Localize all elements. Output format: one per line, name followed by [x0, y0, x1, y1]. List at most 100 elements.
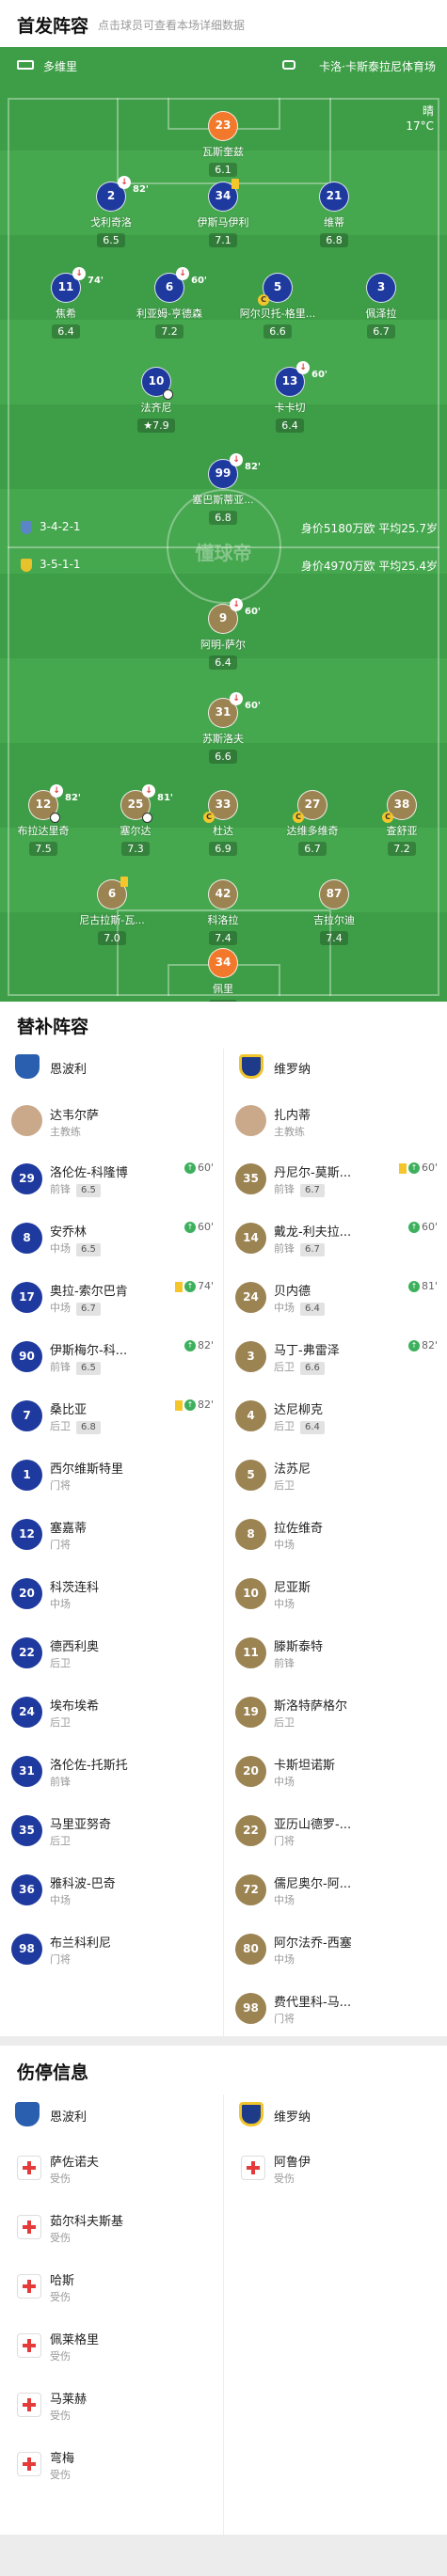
player-name: 马丁-弗雷泽: [274, 1344, 340, 1358]
sub-player-row[interactable]: 35 马里亚努奇 后卫: [0, 1802, 223, 1861]
player-away[interactable]: 42 科洛拉 7.4: [167, 879, 279, 945]
player-home[interactable]: 6 ↓ 60' 利亚姆-亨德森 7.2: [113, 267, 226, 339]
player-rating: 6.6: [209, 750, 237, 764]
player-position: 中场 6.7: [50, 1300, 101, 1316]
player-rating: 7.3: [121, 842, 150, 856]
injury-row[interactable]: 茹尔科夫斯基 受伤: [0, 2199, 223, 2258]
sub-player-row[interactable]: 36 雅科波-巴奇 中场: [0, 1861, 223, 1920]
sub-player-row[interactable]: 31 洛伦佐-托斯托 前锋: [0, 1743, 223, 1802]
player-name: 科洛拉: [207, 914, 239, 926]
injury-row[interactable]: 萨佐诺夫 受伤: [0, 2140, 223, 2199]
sub-player-row[interactable]: 12 塞嘉蒂 门将: [0, 1506, 223, 1565]
sub-player-row[interactable]: 22 德西利奥 后卫: [0, 1624, 223, 1683]
player-home[interactable]: 34 伊斯马伊利 7.1: [167, 179, 279, 247]
yellow-card-icon: [174, 1399, 183, 1411]
player-number-badge: 29: [11, 1163, 42, 1194]
player-name: 佩里: [213, 983, 233, 995]
injury-status: 受伤: [50, 2350, 71, 2363]
match-info-bar: 多维里 卡洛·卡斯泰拉尼体育场: [0, 47, 447, 96]
sub-player-row[interactable]: 4 达尼柳克 后卫 6.4: [224, 1387, 447, 1446]
sub-player-row[interactable]: 8 安乔林 中场 6.5 ↑ 60': [0, 1209, 223, 1269]
player-number-badge: 6: [97, 877, 128, 909]
player-home[interactable]: 5 C 阿尔贝托-格里... 6.6: [221, 273, 334, 339]
player-home[interactable]: 13 ↓ 60' 卡卡切 6.4: [233, 361, 346, 433]
player-number-badge: 35: [11, 1815, 42, 1846]
yellow-card-icon: [174, 1281, 183, 1292]
player-home[interactable]: 10 法齐尼 ★7.9: [100, 367, 213, 433]
player-home[interactable]: 99 ↓ 82' 塞巴斯蒂亚... 6.8: [167, 453, 279, 525]
sub-time: 82': [245, 462, 261, 472]
sub-player-row[interactable]: 11 滕斯泰特 前锋: [224, 1624, 447, 1683]
sub-player-row[interactable]: 10 尼亚斯 中场: [224, 1565, 447, 1624]
sub-player-row[interactable]: 20 科茨连科 中场: [0, 1565, 223, 1624]
coach-home[interactable]: 达韦尔萨 主教练: [0, 1094, 223, 1150]
sub-time: 60': [191, 276, 207, 286]
player-away[interactable]: 34佩里6.9: [167, 948, 279, 1002]
injury-row[interactable]: 阿鲁伊 受伤: [224, 2140, 447, 2199]
player-position: 中场: [274, 1539, 295, 1551]
sub-player-row[interactable]: 3 马丁-弗雷泽 后卫 6.6 ↑ 82': [224, 1328, 447, 1387]
player-away[interactable]: 87 吉拉尔迪 7.4: [278, 879, 391, 945]
player-home[interactable]: 11 ↓ 74' 焦希 6.4: [9, 267, 122, 339]
sub-player-row[interactable]: 17 奥拉-索尔巴肯 中场 6.7 ↑ 74': [0, 1269, 223, 1328]
player-home[interactable]: 3 佩泽拉 6.7: [325, 273, 438, 339]
injury-row[interactable]: 弯梅 受伤: [0, 2436, 223, 2495]
player-number-badge: 5: [235, 1460, 266, 1491]
temperature: 17°C: [406, 119, 434, 133]
verona-logo-icon: [239, 1054, 263, 1079]
injury-row[interactable]: 佩莱格里 受伤: [0, 2317, 223, 2377]
sub-player-row[interactable]: 19 斯洛特萨格尔 后卫: [224, 1683, 447, 1743]
goal-ball-icon: [163, 389, 173, 400]
player-position: 门将: [50, 1539, 71, 1551]
yellow-card-icon: [231, 179, 239, 189]
player-away[interactable]: 6 尼古拉斯-瓦... 7.0: [56, 877, 168, 945]
player-away[interactable]: 9 ↓ 60' 阿明-萨尔 6.4: [167, 598, 279, 670]
sub-time: 60': [311, 370, 327, 380]
sub-player-row[interactable]: 35 丹尼尔-莫斯... 前锋 6.7 ↑ 60': [224, 1150, 447, 1209]
sub-player-row[interactable]: 98 布兰科利尼 门将: [0, 1920, 223, 1980]
player-home[interactable]: 2 ↓ 82' 戈利奇洛 6.5: [55, 176, 168, 247]
injury-status: 受伤: [274, 2173, 295, 2185]
sub-in-icon: ↑: [407, 1162, 420, 1174]
sub-player-row[interactable]: 98 费代里科-马... 门将: [224, 1980, 447, 2039]
player-position: 后卫: [274, 1479, 295, 1492]
sub-player-row[interactable]: 72 儒尼奥尔-阿... 中场: [224, 1861, 447, 1920]
sub-off-icon: ↓: [230, 692, 243, 705]
sub-time: 82': [133, 184, 149, 195]
player-rating: 7.4: [209, 931, 237, 945]
sub-player-row[interactable]: 80 阿尔法乔-西塞 中场: [224, 1920, 447, 1980]
sub-player-row[interactable]: 22 亚历山德罗-... 门将: [224, 1802, 447, 1861]
player-name: 马莱赫: [50, 2393, 88, 2407]
subs-home-team-name: 恩波利: [50, 1063, 88, 1077]
sub-player-row[interactable]: 14 戴龙-利夫拉... 前锋 6.7 ↑ 60': [224, 1209, 447, 1269]
player-position: 门将: [274, 2013, 295, 2025]
sub-player-row[interactable]: 24 贝内德 中场 6.4 ↑ 81': [224, 1269, 447, 1328]
player-name: 戴龙-利夫拉...: [274, 1225, 352, 1240]
sub-player-row[interactable]: 7 桑比亚 后卫 6.8 ↑ 82': [0, 1387, 223, 1446]
player-name: 雅科波-巴奇: [50, 1877, 116, 1891]
sub-player-row[interactable]: 1 西尔维斯特里 门将: [0, 1446, 223, 1506]
player-rating: 6.1: [209, 163, 237, 177]
player-home[interactable]: 21 维蒂 6.8: [278, 182, 391, 247]
player-rating: 6.8: [320, 233, 348, 247]
player-name: 塞巴斯蒂亚...: [192, 494, 254, 506]
player-number-badge: 27 C: [293, 790, 327, 823]
player-number-badge: 13 ↓ 60': [275, 361, 327, 397]
weather-info: 晴 17°C: [406, 103, 434, 134]
player-number-badge: 12 ↓ 82': [28, 784, 81, 823]
player-away[interactable]: 31 ↓ 60' 苏斯洛夫 6.6: [167, 692, 279, 764]
page-subtitle: 点击球员可查看本场详细数据: [98, 19, 246, 32]
sub-player-row[interactable]: 5 法苏尼 后卫: [224, 1446, 447, 1506]
sub-player-row[interactable]: 29 洛伦佐-科隆博 前锋 6.5 ↑ 60': [0, 1150, 223, 1209]
empoli-crest-icon: [21, 520, 32, 534]
coach-away[interactable]: 扎内蒂 主教练: [224, 1094, 447, 1150]
sub-player-row[interactable]: 24 埃布埃希 后卫: [0, 1683, 223, 1743]
injury-row[interactable]: 马莱赫 受伤: [0, 2377, 223, 2436]
sub-player-row[interactable]: 8 拉佐维奇 中场: [224, 1506, 447, 1565]
player-position: 后卫 6.6: [274, 1359, 325, 1375]
sub-player-row[interactable]: 20 卡斯坦诺斯 中场: [224, 1743, 447, 1802]
player-away[interactable]: 38 C 查舒亚 7.2: [345, 790, 447, 856]
injury-row[interactable]: 哈斯 受伤: [0, 2258, 223, 2317]
player-home[interactable]: 23 瓦斯奎兹 6.1: [167, 111, 279, 177]
sub-player-row[interactable]: 90 伊斯梅尔-科... 前锋 6.5 ↑ 82': [0, 1328, 223, 1387]
